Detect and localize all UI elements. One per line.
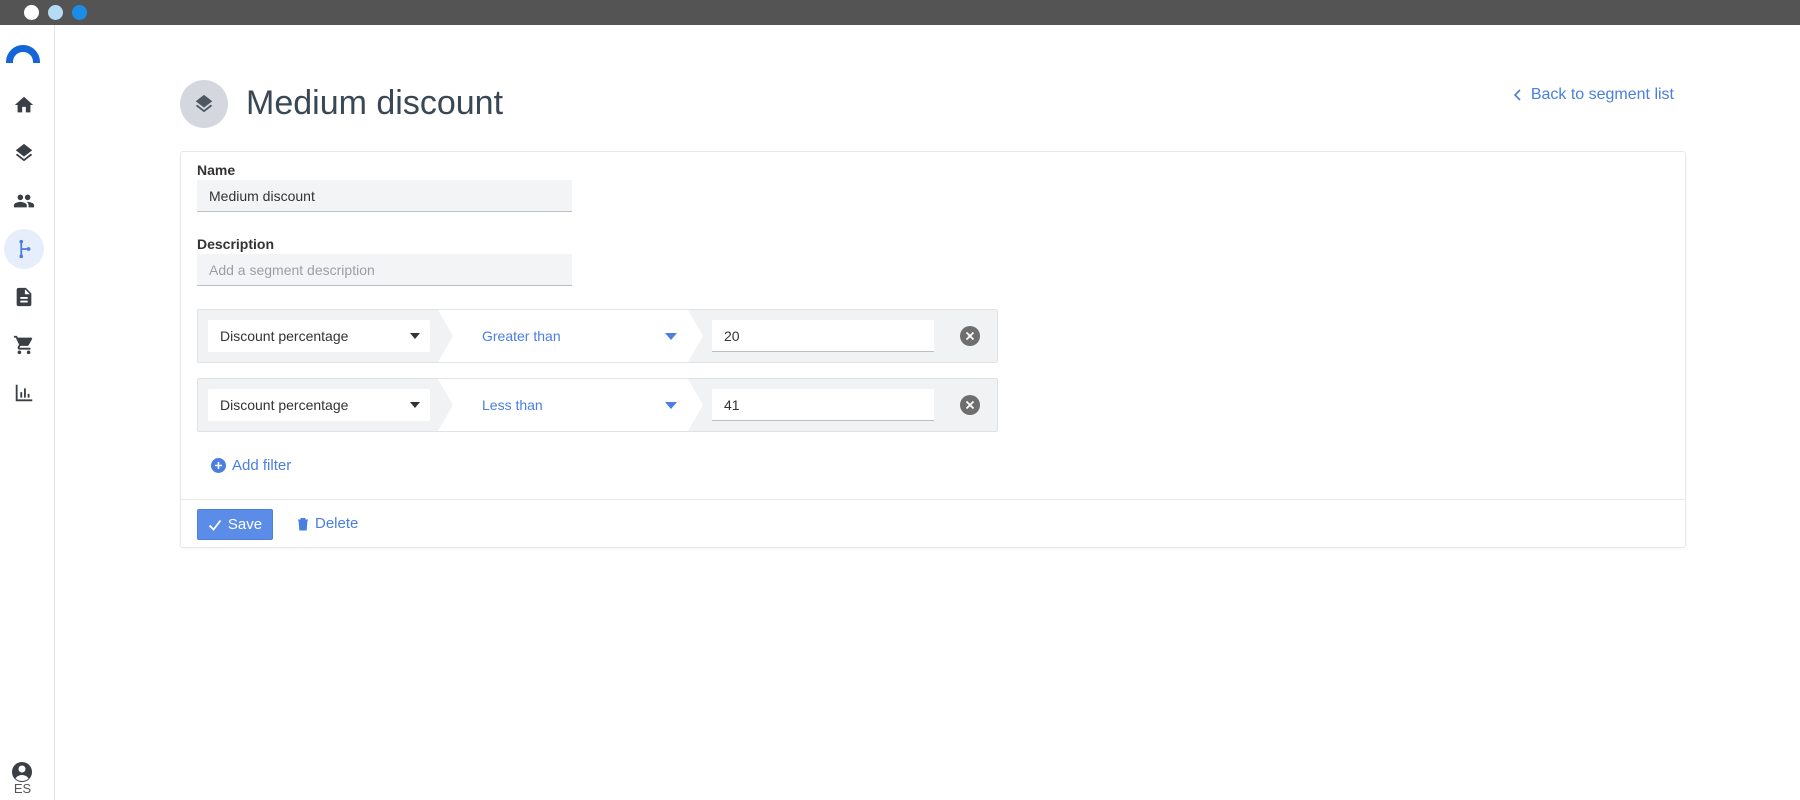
- save-button[interactable]: Save: [197, 509, 273, 540]
- back-link-label: Back to segment list: [1530, 86, 1674, 103]
- window-close-button[interactable]: [24, 5, 39, 20]
- name-field[interactable]: [197, 180, 572, 212]
- home-icon: [14, 96, 34, 113]
- delete-button[interactable]: Delete: [297, 515, 358, 532]
- add-filter-label: Add filter: [232, 457, 292, 474]
- save-button-label: Save: [227, 516, 263, 533]
- layers-icon: [195, 94, 213, 113]
- bar-chart-icon: [15, 384, 33, 402]
- people-icon: [13, 194, 35, 208]
- card-divider: [181, 499, 1685, 500]
- sidebar-item-people[interactable]: [4, 181, 44, 221]
- filter-property-select[interactable]: Discount percentage: [208, 389, 430, 421]
- window-titlebar: [0, 0, 1800, 25]
- description-field[interactable]: [197, 254, 572, 286]
- filter-property-select[interactable]: Discount percentage: [208, 320, 430, 352]
- back-to-segment-list-link[interactable]: Back to segment list: [1513, 86, 1674, 104]
- filter-operator-select[interactable]: Less than: [438, 379, 703, 431]
- sidebar-item-home[interactable]: [4, 85, 44, 125]
- caret-down-icon: [410, 333, 420, 339]
- add-filter-button[interactable]: Add filter: [211, 457, 291, 474]
- document-icon: [16, 287, 32, 307]
- filter-operator-select[interactable]: Greater than: [438, 310, 703, 362]
- filter-property-label: Discount percentage: [220, 328, 349, 344]
- check-icon: [208, 519, 222, 531]
- filter-value-input[interactable]: [712, 389, 934, 421]
- segment-form-card: Name Description Discount percentage Gre…: [180, 151, 1686, 548]
- remove-filter-button[interactable]: [960, 395, 980, 415]
- window-maximize-button[interactable]: [72, 5, 87, 20]
- chevron-left-icon: [1513, 89, 1521, 101]
- filter-operator-label: Greater than: [482, 328, 561, 344]
- sidebar-item-orders[interactable]: [4, 325, 44, 365]
- filter-property-label: Discount percentage: [220, 397, 349, 413]
- caret-down-icon: [665, 333, 677, 340]
- filter-row: Discount percentage Less than: [197, 378, 998, 432]
- remove-filter-button[interactable]: [960, 326, 980, 346]
- sidebar-item-documents[interactable]: [4, 277, 44, 317]
- segment-header-icon: [180, 80, 228, 128]
- sidebar: ES: [0, 25, 55, 800]
- app-logo[interactable]: [6, 45, 40, 63]
- sidebar-item-layers[interactable]: [4, 133, 44, 173]
- segments-icon: [19, 239, 31, 259]
- page-title: Medium discount: [246, 84, 504, 122]
- caret-down-icon: [410, 402, 420, 408]
- close-icon: [965, 400, 975, 410]
- filter-row: Discount percentage Greater than: [197, 309, 998, 363]
- caret-down-icon: [665, 402, 677, 409]
- layers-icon: [15, 143, 33, 162]
- sidebar-item-segments[interactable]: [4, 229, 44, 269]
- delete-button-label: Delete: [315, 515, 359, 532]
- sidebar-item-analytics[interactable]: [4, 373, 44, 413]
- description-label: Description: [197, 236, 275, 252]
- cart-icon: [13, 335, 33, 355]
- window-minimize-button[interactable]: [48, 5, 63, 20]
- filter-value-input[interactable]: [712, 320, 934, 352]
- trash-icon: [298, 517, 308, 530]
- close-icon: [965, 331, 975, 341]
- language-switch[interactable]: ES: [0, 781, 45, 796]
- plus-circle-icon: [211, 458, 226, 473]
- name-label: Name: [197, 162, 236, 178]
- filter-operator-label: Less than: [482, 397, 543, 413]
